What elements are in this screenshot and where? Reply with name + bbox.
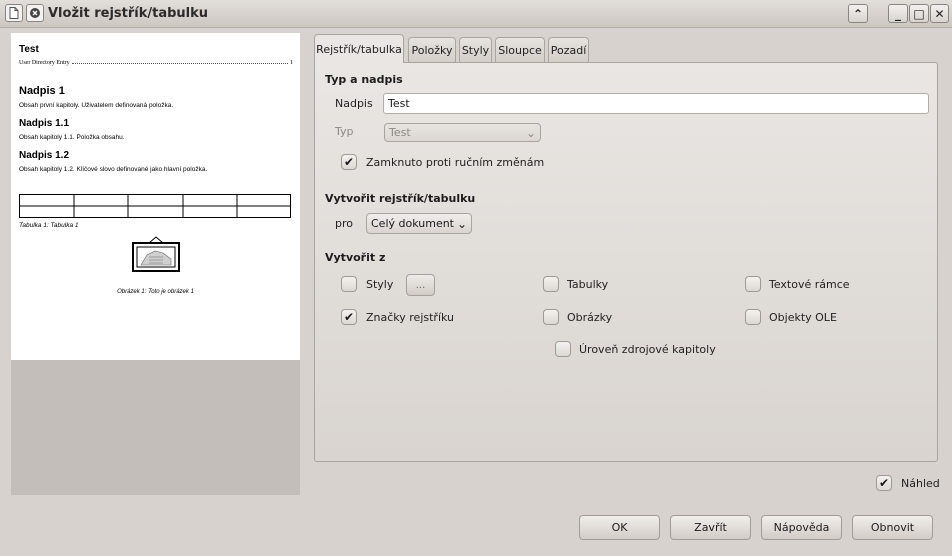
section-create-index: Vytvořit rejstřík/tabulku <box>325 192 476 205</box>
preview-p11: Obsah kapitoly 1.1. Položka obsahu. <box>19 134 125 141</box>
tab-index-table[interactable]: Rejstřík/tabulka <box>314 34 404 63</box>
preview-heading: Test <box>19 44 39 55</box>
keep-above-button[interactable]: ⌃ <box>848 4 868 23</box>
preview-h11: Nadpis 1.1 <box>19 118 70 129</box>
check-icon: ✔ <box>343 155 355 169</box>
assign-styles-button[interactable]: ... <box>406 274 435 296</box>
for-label: pro <box>335 217 353 230</box>
preview-table <box>19 194 291 218</box>
type-select-value: Test <box>389 126 411 139</box>
scope-select-value: Celý dokument <box>371 217 454 230</box>
ok-button[interactable]: OK <box>579 515 660 540</box>
chapter-level-label: Úroveň zdrojové kapitoly <box>579 343 716 356</box>
title-bar: Vložit rejstřík/tabulku ⌃ _ □ ✕ <box>0 0 952 28</box>
maximize-button[interactable]: □ <box>909 4 929 23</box>
minimize-button[interactable]: _ <box>888 4 908 23</box>
scope-select[interactable]: Celý dokument ⌄ <box>366 213 472 234</box>
tables-checkbox[interactable] <box>543 276 559 292</box>
images-checkbox[interactable] <box>543 309 559 325</box>
index-marks-checkbox[interactable]: ✔ <box>341 309 357 325</box>
preview-toc-entry: User Directory Entry <box>19 60 70 66</box>
preview-checkbox[interactable]: ✔ <box>876 475 892 491</box>
type-select[interactable]: Test ⌄ <box>384 123 541 142</box>
tab-columns[interactable]: Sloupce <box>495 37 545 63</box>
protect-checkbox[interactable]: ✔ <box>341 154 357 170</box>
maximize-icon: □ <box>913 6 925 21</box>
tab-styles[interactable]: Styly <box>459 37 492 63</box>
tab-entries[interactable]: Položky <box>408 37 456 63</box>
preview-page: Test User Directory Entry 1 Nadpis 1 Obs… <box>11 33 300 360</box>
chevron-down-icon: ⌄ <box>525 125 536 140</box>
preview-h12: Nadpis 1.2 <box>19 150 70 161</box>
preview-toc-page: 1 <box>290 60 293 66</box>
preview-pane: Test User Directory Entry 1 Nadpis 1 Obs… <box>11 33 300 495</box>
close-button[interactable]: ✕ <box>930 4 949 23</box>
check-icon: ✔ <box>343 310 355 324</box>
index-marks-label: Značky rejstříku <box>366 311 455 324</box>
check-icon: ✔ <box>878 476 890 490</box>
picture-frame-icon <box>132 236 180 272</box>
preview-table-caption: Tabulka 1: Tabulka 1 <box>19 222 79 229</box>
preview-p12: Obsah kapitoly 1.2. Klíčové slovo defino… <box>19 166 208 173</box>
heading-label: Nadpis <box>335 97 373 110</box>
preview-p1: Obsah první kapitoly. Uživatelem definov… <box>19 102 174 109</box>
close-icon: ✕ <box>934 6 945 21</box>
preview-h1: Nadpis 1 <box>19 85 65 97</box>
help-button[interactable]: Nápověda <box>761 515 842 540</box>
document-icon[interactable] <box>5 4 23 22</box>
section-create-from: Vytvořit z <box>325 251 386 264</box>
styles-checkbox[interactable] <box>341 276 357 292</box>
preview-label: Náhled <box>901 477 940 490</box>
reset-button[interactable]: Obnovit <box>852 515 933 540</box>
ole-objects-label: Objekty OLE <box>769 311 837 324</box>
type-label: Typ <box>335 125 354 138</box>
ole-objects-checkbox[interactable] <box>745 309 761 325</box>
chapter-level-checkbox[interactable] <box>555 341 571 357</box>
close-dialog-button[interactable]: Zavřít <box>670 515 751 540</box>
window-title: Vložit rejstřík/tabulku <box>48 6 209 21</box>
preview-image-caption: Obrázek 1: Toto je obrázek 1 <box>117 289 194 295</box>
protect-label: Zamknuto proti ručním změnám <box>366 156 545 169</box>
styles-label: Styly <box>366 278 394 291</box>
tab-panel: Typ a nadpis Nadpis Test Typ Test ⌄ ✔ Za… <box>314 62 938 462</box>
heading-input[interactable]: Test <box>383 93 929 114</box>
text-frames-checkbox[interactable] <box>745 276 761 292</box>
close-circle-icon[interactable] <box>26 4 44 22</box>
images-label: Obrázky <box>567 311 613 324</box>
minimize-icon: _ <box>895 6 901 21</box>
section-type-heading: Typ a nadpis <box>325 73 403 86</box>
chevron-down-icon: ⌄ <box>456 216 467 231</box>
tab-background[interactable]: Pozadí <box>548 37 589 63</box>
tables-label: Tabulky <box>567 278 609 291</box>
chevron-up-icon: ⌃ <box>852 6 864 21</box>
text-frames-label: Textové rámce <box>769 278 850 291</box>
preview-toc-line: User Directory Entry 1 <box>19 60 293 66</box>
